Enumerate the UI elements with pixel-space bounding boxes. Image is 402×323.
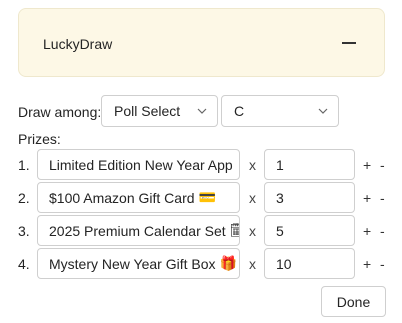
luckydraw-panel: LuckyDraw Draw among: Poll Select C Priz… (0, 0, 402, 323)
prize-index: 2. (18, 190, 30, 206)
prize-name-text: 2025 Premium Calendar Set (49, 222, 226, 239)
prize-quantity-text: 10 (276, 255, 292, 272)
prize-index: 3. (18, 223, 30, 239)
prize-quantity-text: 1 (276, 156, 284, 173)
add-prize-button[interactable]: + (363, 157, 371, 173)
add-prize-button[interactable]: + (363, 223, 371, 239)
add-prize-button[interactable]: + (363, 190, 371, 206)
done-button[interactable]: Done (321, 286, 386, 317)
prize-name-input[interactable]: 2025 Premium Calendar Set 🗓 (37, 215, 240, 246)
prize-index: 4. (18, 256, 30, 272)
prize-name-input[interactable]: $100 Amazon Gift Card 💳 (37, 182, 240, 213)
draw-among-label: Draw among: (18, 104, 102, 120)
chevron-down-icon (197, 108, 207, 114)
luckydraw-header: LuckyDraw (18, 8, 385, 77)
prize-quantity-input[interactable]: 5 (264, 215, 355, 246)
prize-name-text: $100 Amazon Gift Card (49, 189, 195, 206)
prize-quantity-input[interactable]: 10 (264, 248, 355, 279)
remove-prize-button[interactable]: - (380, 157, 385, 173)
poll-select-value: Poll Select (114, 103, 181, 119)
prize-quantity-input[interactable]: 1 (264, 149, 355, 180)
prizes-label: Prizes: (18, 131, 61, 147)
option-select-value: C (234, 103, 245, 119)
times-label: x (249, 256, 256, 272)
collapse-button[interactable] (338, 32, 360, 54)
poll-select-dropdown[interactable]: Poll Select (101, 95, 218, 127)
chevron-down-icon (318, 108, 328, 114)
panel-title: LuckyDraw (43, 36, 113, 52)
prize-quantity-text: 5 (276, 222, 284, 239)
prize-name-text: Limited Edition New Year App (49, 156, 233, 173)
credit-card-icon: 💳 (198, 189, 216, 205)
minus-icon (342, 42, 356, 44)
prize-name-input[interactable]: Mystery New Year Gift Box 🎁 (37, 248, 240, 279)
done-button-label: Done (336, 293, 371, 310)
times-label: x (249, 223, 256, 239)
calendar-icon: 🗓 (230, 222, 239, 239)
prize-quantity-input[interactable]: 3 (264, 182, 355, 213)
option-select-dropdown[interactable]: C (221, 95, 339, 127)
gift-box-icon: 🎁 (219, 255, 237, 271)
remove-prize-button[interactable]: - (380, 256, 385, 272)
times-label: x (249, 157, 256, 173)
times-label: x (249, 190, 256, 206)
prize-name-text: Mystery New Year Gift Box (49, 255, 216, 272)
prize-name-input[interactable]: Limited Edition New Year App (37, 149, 240, 180)
remove-prize-button[interactable]: - (380, 223, 385, 239)
prize-quantity-text: 3 (276, 189, 284, 206)
remove-prize-button[interactable]: - (380, 190, 385, 206)
prize-index: 1. (18, 157, 30, 173)
add-prize-button[interactable]: + (363, 256, 371, 272)
